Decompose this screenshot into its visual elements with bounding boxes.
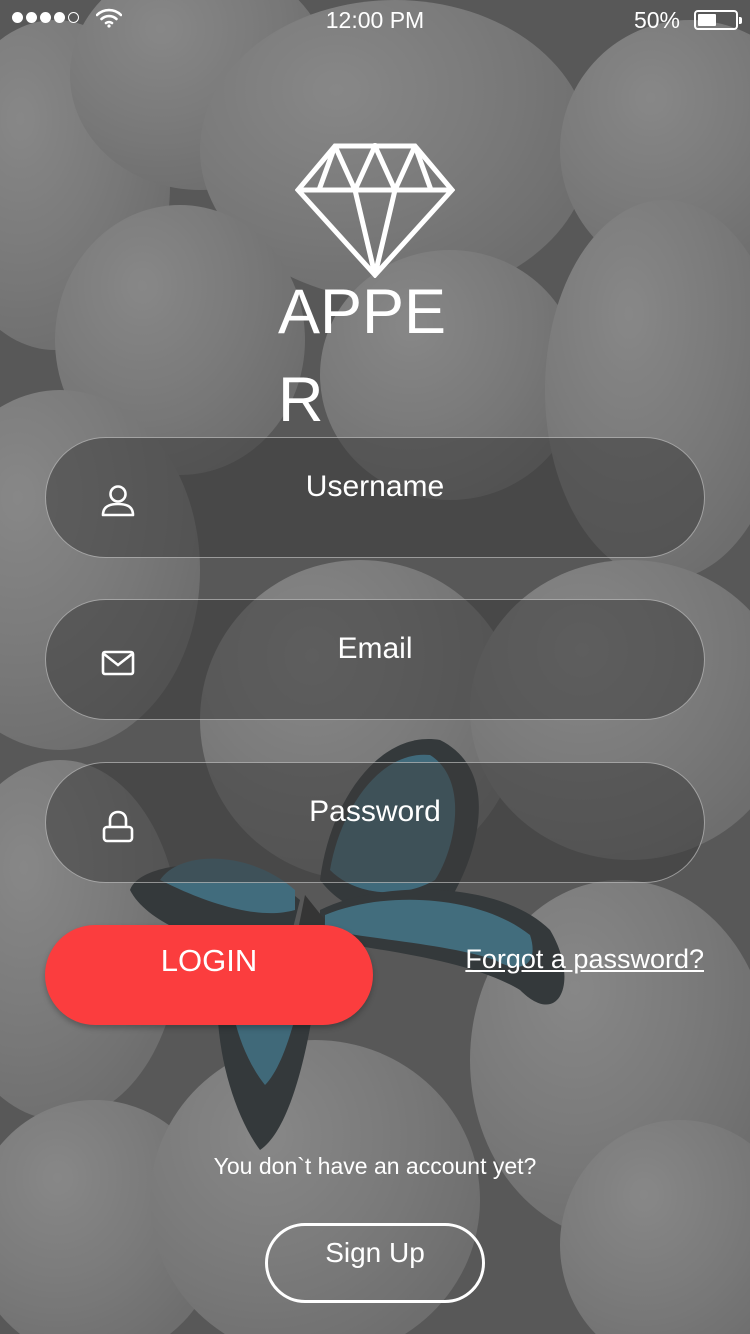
password-field[interactable] <box>45 762 705 883</box>
diamond-icon <box>295 143 455 278</box>
email-input[interactable] <box>46 600 704 719</box>
battery-percent: 50% <box>633 7 680 33</box>
email-field[interactable] <box>45 599 705 720</box>
status-bar: 12:00 PM 50% <box>0 0 750 40</box>
app-logo-text: APPER <box>278 277 447 435</box>
username-field[interactable] <box>45 437 705 558</box>
login-button[interactable]: LOGIN <box>45 925 373 1025</box>
username-input[interactable] <box>46 438 704 557</box>
no-account-text: You don`t have an account yet? <box>213 1153 537 1179</box>
password-input[interactable] <box>46 763 704 882</box>
sign-up-button[interactable]: Sign Up <box>265 1223 485 1303</box>
forgot-password-link[interactable]: Forgot a password? <box>465 944 704 975</box>
battery-icon <box>694 10 742 30</box>
